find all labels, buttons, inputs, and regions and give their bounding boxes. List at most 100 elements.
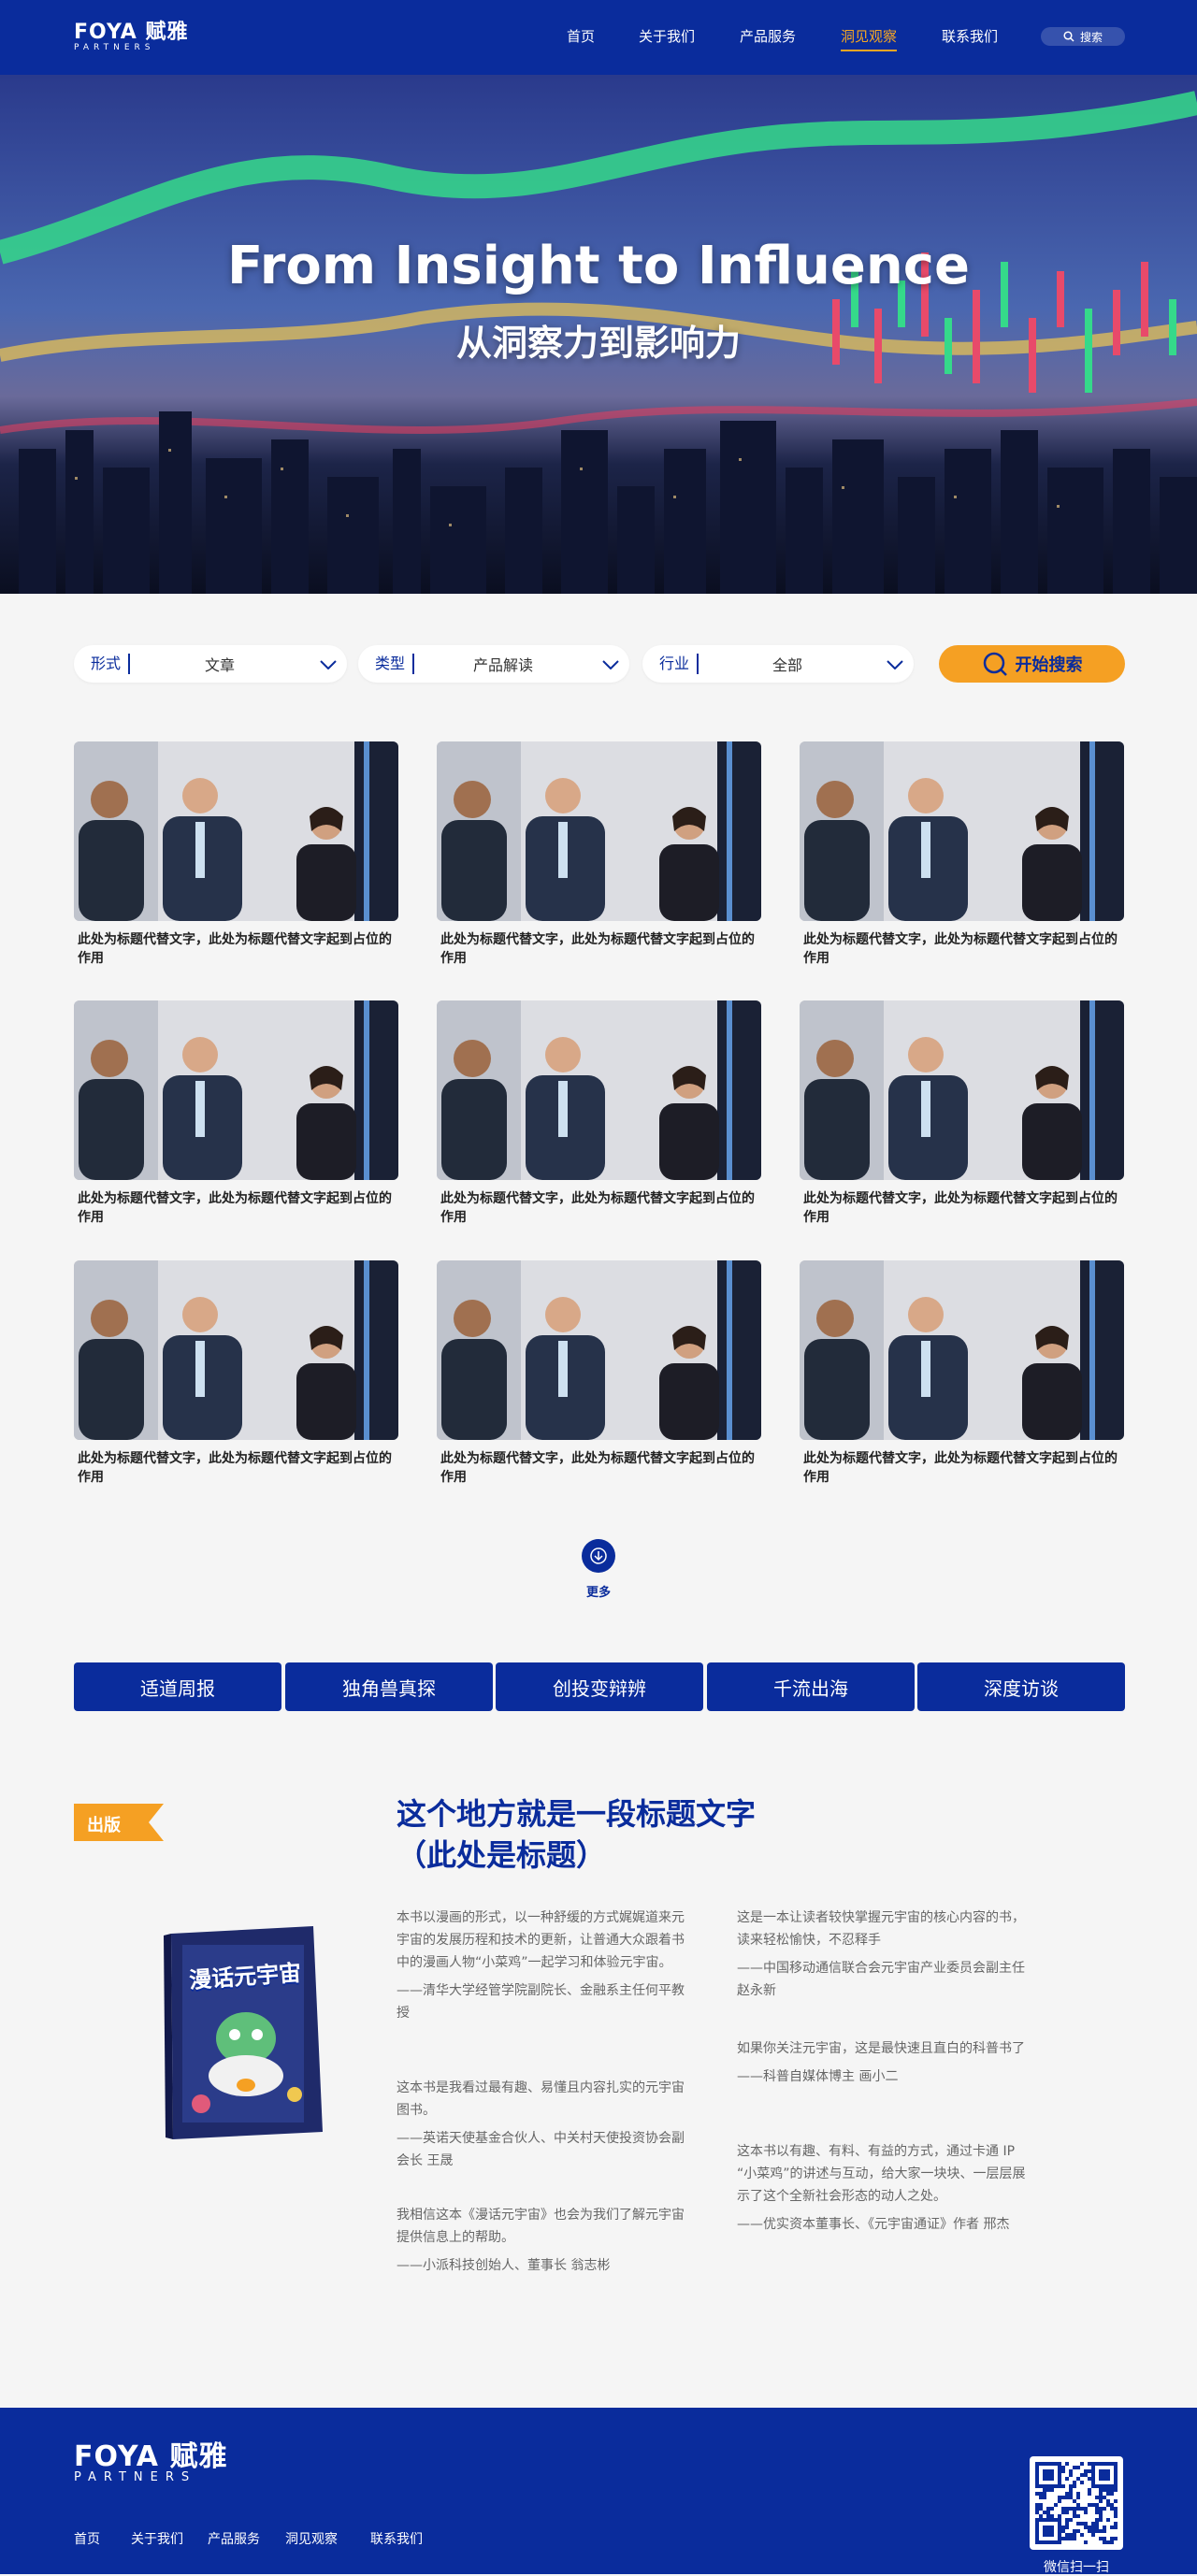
filter-type-label: 类型 xyxy=(358,654,414,674)
nav-home[interactable]: 首页 xyxy=(567,26,595,46)
quote-source: ——小派科技创始人、董事长 翁志彬 xyxy=(397,2258,611,2273)
article-card[interactable]: 此处为标题代替文字，此处为标题代替文字起到占位的作用 xyxy=(74,741,398,968)
quote-source: ——科普自媒体博主 画小二 xyxy=(737,2069,899,2084)
footer-logo-text: FOYA 赋雅 xyxy=(74,2440,228,2473)
article-title[interactable]: 此处为标题代替文字，此处为标题代替文字起到占位的作用 xyxy=(74,1189,398,1227)
article-card[interactable]: 此处为标题代替文字，此处为标题代替文字起到占位的作用 xyxy=(437,741,761,968)
book-cover[interactable]: 漫话元宇宙 xyxy=(164,1926,325,2139)
article-title[interactable]: 此处为标题代替文字，此处为标题代替文字起到占位的作用 xyxy=(800,1449,1124,1487)
publication-badge: 出版 xyxy=(74,1804,164,1841)
article-thumbnail[interactable] xyxy=(437,1000,761,1180)
publication-title-line2: （此处是标题） xyxy=(397,1837,607,1873)
footer-nav-home[interactable]: 首页 xyxy=(74,2529,100,2548)
hero-title: From Insight to Influence xyxy=(227,236,970,296)
article-card[interactable]: 此处为标题代替文字，此处为标题代替文字起到占位的作用 xyxy=(437,1000,761,1227)
arrow-down-icon xyxy=(590,1547,607,1564)
article-card[interactable]: 此处为标题代替文字，此处为标题代替文字起到占位的作用 xyxy=(800,741,1124,968)
search-icon xyxy=(983,652,1007,676)
header-search-button[interactable]: 搜索 xyxy=(1041,27,1125,46)
quote-right-1: 这是一本让读者较快掌握元宇宙的核心内容的书，读来轻松愉快，不忍释手 ——中国移动… xyxy=(737,1907,1031,2002)
search-label: 搜索 xyxy=(1079,30,1103,44)
tab-unicorn[interactable]: 独角兽真探 xyxy=(285,1662,493,1711)
article-title[interactable]: 此处为标题代替文字，此处为标题代替文字起到占位的作用 xyxy=(800,930,1124,968)
footer-nav-insights[interactable]: 洞见观察 xyxy=(285,2529,338,2548)
tab-overseas[interactable]: 千流出海 xyxy=(707,1662,915,1711)
article-thumbnail[interactable] xyxy=(800,1000,1124,1180)
footer-logo-subtext: PARTNERS xyxy=(74,2470,197,2484)
quote-text: 本书以漫画的形式，以一种舒缓的方式娓娓道来元宇宙的发展历程和技术的更新，让普通大… xyxy=(397,1910,685,1970)
quote-left-1: 本书以漫画的形式，以一种舒缓的方式娓娓道来元宇宙的发展历程和技术的更新，让普通大… xyxy=(397,1907,690,2024)
publication-title-line1: 这个地方就是一段标题文字 xyxy=(397,1796,757,1832)
filter-format-value: 文章 xyxy=(204,656,235,674)
footer-nav-contact[interactable]: 联系我们 xyxy=(370,2529,423,2548)
publication-badge-label: 出版 xyxy=(87,1816,121,1835)
article-thumbnail[interactable] xyxy=(74,741,398,921)
quote-text: 如果你关注元宇宙，这是最快速且直白的科普书了 xyxy=(737,2041,1025,2056)
tab-weekly[interactable]: 适道周报 xyxy=(74,1662,281,1711)
quote-source: ——清华大学经管学院副院长、金融系主任何平教授 xyxy=(397,1983,685,2021)
article-thumbnail[interactable] xyxy=(437,1260,761,1440)
quote-source: ——英诺天使基金合伙人、中关村天使投资协会副会长 王晟 xyxy=(397,2131,685,2168)
filter-format[interactable]: 形式 文章 xyxy=(74,645,347,683)
quote-text: 这本书以有趣、有料、有益的方式，通过卡通 IP “小菜鸡”的讲述与互动，给大家一… xyxy=(737,2144,1026,2204)
filter-format-label: 形式 xyxy=(74,654,130,674)
filter-industry-label: 行业 xyxy=(642,654,699,674)
logo[interactable]: FOYA 赋雅 PARTNERS xyxy=(74,21,189,53)
article-title[interactable]: 此处为标题代替文字，此处为标题代替文字起到占位的作用 xyxy=(437,1189,761,1227)
chevron-down-icon xyxy=(310,655,347,673)
footer-logo[interactable]: FOYA 赋雅 PARTNERS xyxy=(74,2443,227,2484)
quote-source: ——中国移动通信联合会元宇宙产业委员会副主任 赵永新 xyxy=(737,1961,1025,1998)
logo-subtext: PARTNERS xyxy=(74,43,155,52)
quote-text: 这是一本让读者较快掌握元宇宙的核心内容的书，读来轻松愉快，不忍释手 xyxy=(737,1910,1025,1948)
site-footer: FOYA 赋雅 PARTNERS 首页 关于我们 产品服务 洞见观察 联系我们 … xyxy=(0,2408,1197,2575)
article-thumbnail[interactable] xyxy=(74,1260,398,1440)
search-icon xyxy=(1063,31,1074,42)
article-thumbnail[interactable] xyxy=(800,1260,1124,1440)
quote-text: 这本书是我看过最有趣、易懂且内容扎实的元宇宙图书。 xyxy=(397,2080,685,2118)
nav-contact[interactable]: 联系我们 xyxy=(942,26,998,46)
quote-text: 我相信这本《漫话元宇宙》也会为我们了解元宇宙提供信息上的帮助。 xyxy=(397,2208,685,2245)
quote-left-3: 我相信这本《漫话元宇宙》也会为我们了解元宇宙提供信息上的帮助。 ——小派科技创始… xyxy=(397,2204,690,2277)
article-thumbnail[interactable] xyxy=(437,741,761,921)
footer-nav-products[interactable]: 产品服务 xyxy=(208,2529,260,2548)
start-search-button[interactable]: 开始搜索 xyxy=(939,645,1125,683)
article-thumbnail[interactable] xyxy=(800,741,1124,921)
start-search-label: 开始搜索 xyxy=(1015,655,1083,675)
hero-subtitle: 从洞察力到影响力 xyxy=(455,323,741,364)
more-label[interactable]: 更多 xyxy=(561,1582,636,1600)
nav-about[interactable]: 关于我们 xyxy=(639,26,695,46)
article-card[interactable]: 此处为标题代替文字，此处为标题代替文字起到占位的作用 xyxy=(437,1260,761,1487)
article-title[interactable]: 此处为标题代替文字，此处为标题代替文字起到占位的作用 xyxy=(800,1189,1124,1227)
tab-interview[interactable]: 深度访谈 xyxy=(917,1662,1125,1711)
article-title[interactable]: 此处为标题代替文字，此处为标题代替文字起到占位的作用 xyxy=(74,1449,398,1487)
tab-debate[interactable]: 创投变辩辨 xyxy=(496,1662,703,1711)
article-card[interactable]: 此处为标题代替文字，此处为标题代替文字起到占位的作用 xyxy=(800,1260,1124,1487)
article-thumbnail[interactable] xyxy=(74,1000,398,1180)
chevron-down-icon xyxy=(876,655,914,673)
filter-type[interactable]: 类型 产品解读 xyxy=(358,645,629,683)
article-title[interactable]: 此处为标题代替文字，此处为标题代替文字起到占位的作用 xyxy=(437,930,761,968)
article-card[interactable]: 此处为标题代替文字，此处为标题代替文字起到占位的作用 xyxy=(800,1000,1124,1227)
quote-source: ——优实资本董事长、《元宇宙通证》作者 邢杰 xyxy=(737,2217,1010,2232)
chevron-down-icon xyxy=(592,655,629,673)
qr-label: 微信扫一扫 xyxy=(1044,2560,1109,2575)
quote-left-2: 这本书是我看过最有趣、易懂且内容扎实的元宇宙图书。 ——英诺天使基金合伙人、中关… xyxy=(397,2077,690,2172)
quote-right-2: 如果你关注元宇宙，这是最快速且直白的科普书了 ——科普自媒体博主 画小二 xyxy=(737,2037,1031,2088)
filter-type-value: 产品解读 xyxy=(472,656,533,674)
publication-title: 这个地方就是一段标题文字 （此处是标题） xyxy=(397,1793,756,1876)
article-card[interactable]: 此处为标题代替文字，此处为标题代替文字起到占位的作用 xyxy=(74,1000,398,1227)
site-header: FOYA 赋雅 PARTNERS 首页 关于我们 产品服务 洞见观察 联系我们 … xyxy=(0,0,1197,75)
quote-right-3: 这本书以有趣、有料、有益的方式，通过卡通 IP “小菜鸡”的讲述与互动，给大家一… xyxy=(737,2140,1031,2236)
article-title[interactable]: 此处为标题代替文字，此处为标题代替文字起到占位的作用 xyxy=(74,930,398,968)
nav-insights[interactable]: 洞见观察 xyxy=(841,26,898,51)
article-title[interactable]: 此处为标题代替文字，此处为标题代替文字起到占位的作用 xyxy=(437,1449,761,1487)
more-button[interactable] xyxy=(582,1539,615,1573)
article-card[interactable]: 此处为标题代替文字，此处为标题代替文字起到占位的作用 xyxy=(74,1260,398,1487)
filter-industry[interactable]: 行业 全部 xyxy=(642,645,914,683)
wechat-qr-code xyxy=(1030,2456,1123,2550)
filter-industry-value: 全部 xyxy=(772,656,802,674)
nav-products[interactable]: 产品服务 xyxy=(740,26,796,46)
logo-text: FOYA 赋雅 xyxy=(74,21,189,44)
footer-nav-about[interactable]: 关于我们 xyxy=(131,2529,183,2548)
hero-banner: From Insight to Influence 从洞察力到影响力 xyxy=(0,75,1197,594)
